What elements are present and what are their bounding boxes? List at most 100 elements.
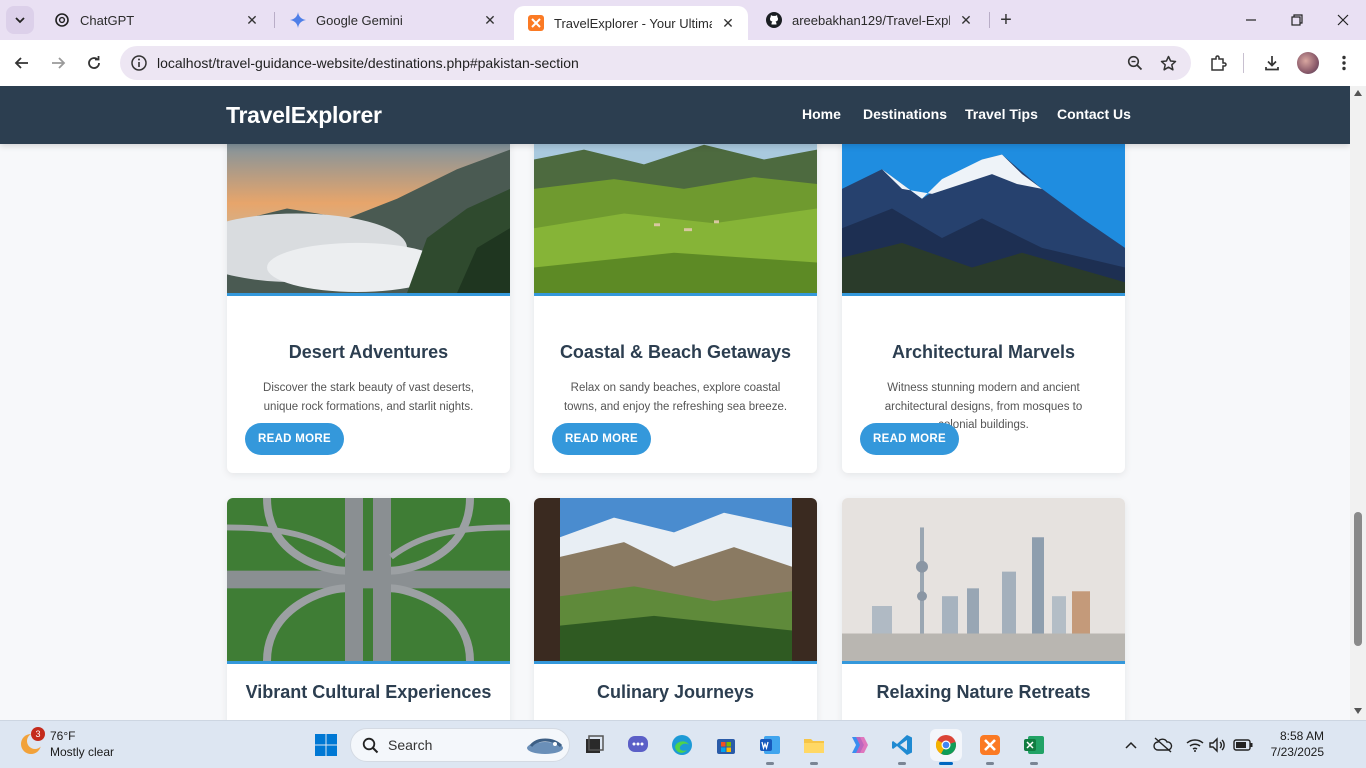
copilot-icon <box>852 737 868 753</box>
taskbar-excel[interactable] <box>1018 729 1050 765</box>
read-more-button[interactable]: READ MORE <box>552 423 651 455</box>
close-icon[interactable]: ✕ <box>244 12 260 28</box>
taskbar-vscode[interactable] <box>886 729 918 765</box>
chrome-icon <box>935 735 956 756</box>
taskbar-task-view[interactable] <box>578 729 610 761</box>
edge-icon <box>672 735 692 755</box>
clock-date[interactable]: 7/23/2025 <box>1262 745 1324 759</box>
arrow-right-icon <box>52 57 66 69</box>
card-image-clouds-mountains <box>227 130 510 296</box>
card-title: Culinary Journeys <box>596 682 755 702</box>
tab-github[interactable]: areebakhan129/Travel-Explorer ✕ <box>752 0 986 40</box>
bookmark-star-icon[interactable] <box>1158 53 1178 73</box>
nav-link-home[interactable]: Home <box>802 106 841 122</box>
store-icon <box>717 739 735 754</box>
taskbar-store[interactable] <box>710 729 742 761</box>
tab-strip: ChatGPT ✕ Google Gemini ✕ TravelExplorer… <box>0 0 1366 40</box>
scroll-down-icon[interactable] <box>1354 708 1362 714</box>
xampp-icon <box>980 735 1000 755</box>
chatgpt-icon <box>54 12 70 28</box>
site-info-icon[interactable] <box>130 54 148 72</box>
taskbar-chrome[interactable] <box>930 729 962 765</box>
restore-button[interactable] <box>1274 0 1320 40</box>
profile-avatar[interactable] <box>1297 52 1319 74</box>
close-window-button[interactable] <box>1320 0 1366 40</box>
restore-icon <box>1291 14 1303 26</box>
tab-gemini[interactable]: Google Gemini ✕ <box>276 0 510 40</box>
extensions-icon[interactable] <box>1206 51 1230 75</box>
taskbar-file-explorer[interactable] <box>798 729 830 765</box>
destination-card: Relaxing Nature Retreats <box>842 498 1125 720</box>
back-button[interactable] <box>8 49 36 77</box>
scrollbar-thumb[interactable] <box>1354 512 1362 646</box>
read-more-button[interactable]: READ MORE <box>245 423 344 455</box>
active-indicator <box>939 762 953 765</box>
tab-title: Google Gemini <box>316 12 403 28</box>
reload-icon <box>88 56 100 69</box>
taskbar-xampp[interactable] <box>974 729 1006 765</box>
start-button[interactable] <box>310 729 342 761</box>
taskbar-copilot[interactable] <box>842 729 874 761</box>
close-icon[interactable]: ✕ <box>958 12 974 28</box>
arrow-left-icon <box>14 57 28 69</box>
nav-link-travel-tips[interactable]: Travel Tips <box>965 106 1038 122</box>
nav-link-destinations[interactable]: Destinations <box>863 106 947 122</box>
card-title: Vibrant Cultural Experiences <box>245 682 492 702</box>
taskbar-chat[interactable] <box>622 729 654 761</box>
tab-chatgpt[interactable]: ChatGPT ✕ <box>40 0 272 40</box>
volume-icon[interactable] <box>1206 734 1228 756</box>
chevron-up-icon[interactable] <box>1120 734 1142 756</box>
running-indicator <box>766 762 774 765</box>
page-viewport: TravelExplorer Home Destinations Travel … <box>0 86 1350 720</box>
minimize-button[interactable] <box>1228 0 1274 40</box>
close-icon[interactable]: ✕ <box>720 15 736 31</box>
site-brand-logo[interactable]: TravelExplorer <box>226 102 382 129</box>
taskbar-edge[interactable] <box>666 729 698 761</box>
destination-card: Architectural Marvels Witness stunning m… <box>842 130 1125 473</box>
taskbar-search[interactable]: Search <box>350 728 570 762</box>
tab-title: areebakhan129/Travel-Explorer <box>792 12 950 28</box>
scroll-up-icon[interactable] <box>1354 90 1362 96</box>
wifi-icon[interactable] <box>1184 734 1206 756</box>
reload-button[interactable] <box>80 49 108 77</box>
tab-search-button[interactable] <box>6 6 34 34</box>
weather-condition[interactable]: Mostly clear <box>50 745 114 759</box>
taskbar-word[interactable] <box>754 729 786 765</box>
clock-time[interactable]: 8:58 AM <box>1270 729 1324 743</box>
tab-divider <box>274 12 275 28</box>
minimize-icon <box>1246 19 1256 21</box>
word-icon <box>760 736 780 754</box>
card-image-highway-interchange <box>227 498 510 664</box>
close-icon[interactable]: ✕ <box>482 12 498 28</box>
forward-button[interactable] <box>44 49 72 77</box>
running-indicator <box>986 762 994 765</box>
folder-icon <box>804 739 824 753</box>
card-title: Architectural Marvels <box>891 342 1076 362</box>
new-tab-button[interactable]: + <box>994 8 1018 32</box>
zoom-icon[interactable] <box>1125 53 1145 73</box>
weather-temperature[interactable]: 76°F <box>50 729 75 743</box>
nav-link-contact-us[interactable]: Contact Us <box>1057 106 1131 122</box>
download-icon[interactable] <box>1260 51 1284 75</box>
running-indicator <box>898 762 906 765</box>
running-indicator <box>810 762 818 765</box>
weather-badge: 3 <box>31 727 45 741</box>
windows-taskbar: 3 76°F Mostly clear Search 8:58 AM 7/23/… <box>0 720 1366 768</box>
tab-travelexplorer[interactable]: TravelExplorer - Your Ultimate T ✕ <box>514 6 748 40</box>
more-menu-icon[interactable] <box>1332 51 1356 75</box>
chat-icon <box>628 736 648 752</box>
battery-icon[interactable] <box>1232 734 1254 756</box>
onedrive-offline-icon[interactable] <box>1152 734 1174 756</box>
running-indicator <box>1030 762 1038 765</box>
page-scrollbar[interactable] <box>1350 86 1366 720</box>
chevron-down-icon <box>15 17 25 24</box>
search-icon <box>362 737 379 754</box>
xampp-icon <box>528 15 544 31</box>
destination-card: Culinary Journeys <box>534 498 817 720</box>
address-bar[interactable]: localhost/travel-guidance-website/destin… <box>120 46 1191 80</box>
card-title: Coastal & Beach Getaways <box>559 342 792 362</box>
read-more-button[interactable]: READ MORE <box>860 423 959 455</box>
tab-title: TravelExplorer - Your Ultimate T <box>554 15 712 31</box>
search-highlight-icon <box>527 738 563 754</box>
gemini-icon <box>290 12 306 28</box>
